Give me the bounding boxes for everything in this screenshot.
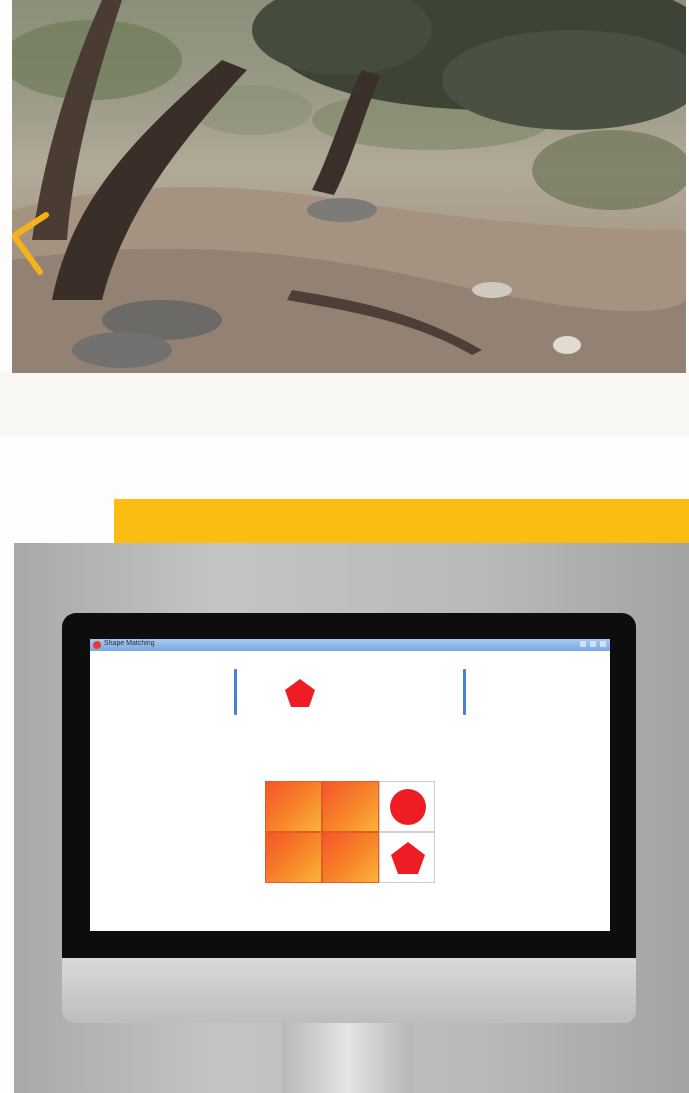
grid-tile — [265, 832, 322, 883]
shape-grid — [265, 781, 435, 883]
maximize-icon[interactable] — [590, 641, 596, 647]
photo-caption-strip — [0, 373, 689, 435]
app-window: Shape Matching — [90, 639, 610, 931]
drop-zone-right-divider — [463, 669, 466, 715]
tree-landscape-image — [12, 0, 686, 373]
circle-shape — [390, 789, 426, 825]
window-title: Shape Matching — [104, 640, 155, 647]
monitor-chin — [62, 958, 636, 1023]
pentagon-shape — [391, 842, 425, 874]
monitor-stand — [282, 1023, 412, 1093]
grid-tile — [322, 781, 379, 832]
window-titlebar: Shape Matching — [90, 639, 610, 651]
accent-band — [114, 499, 689, 543]
app-icon — [93, 641, 101, 649]
drop-zone-left-divider — [234, 669, 237, 715]
monitor-mockup: Shape Matching — [14, 543, 689, 1093]
pentagon-shape-draggable[interactable] — [283, 677, 317, 709]
pentagon-slot[interactable] — [379, 832, 435, 883]
grid-tile — [322, 832, 379, 883]
close-icon[interactable] — [600, 641, 606, 647]
circle-slot[interactable] — [379, 781, 435, 832]
grid-tile — [265, 781, 322, 832]
window-controls — [580, 641, 606, 647]
hero-photo — [12, 0, 686, 373]
minimize-icon[interactable] — [580, 641, 586, 647]
chevron-left-icon[interactable] — [12, 190, 50, 280]
